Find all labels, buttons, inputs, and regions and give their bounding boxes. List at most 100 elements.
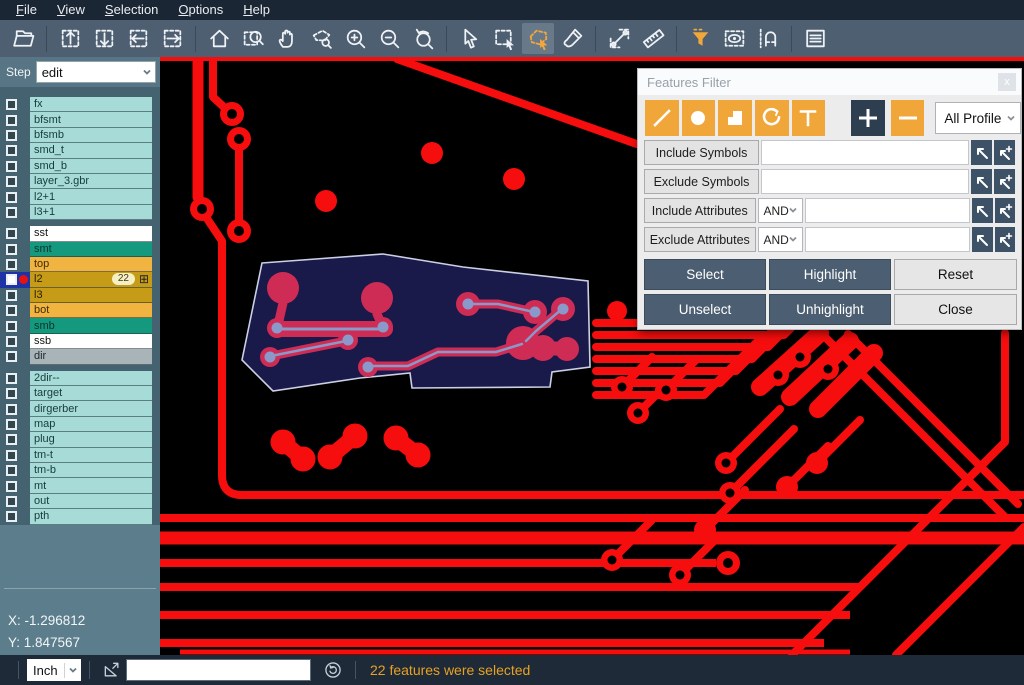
pan-right-icon[interactable] [156,23,188,54]
pcb-canvas[interactable]: Features Filter x All Profile Include Sy… [160,57,1024,655]
layer-checkbox[interactable] [6,207,17,218]
feature-type-line-icon[interactable] [645,100,679,136]
pick-arrow-icon[interactable] [972,198,992,223]
layer-item-fx[interactable]: fx [30,97,152,112]
layer-checkbox[interactable] [6,388,17,399]
sync-icon[interactable] [323,660,343,680]
pick-arrow-add-icon[interactable] [995,227,1015,252]
pan-down-icon[interactable] [88,23,120,54]
layer-item-smb[interactable]: smb [30,318,152,333]
select-button[interactable]: Select [644,259,766,290]
layer-checkbox[interactable] [6,244,17,255]
zoom-in-icon[interactable] [339,23,371,54]
layer-item-smt[interactable]: smt [30,242,152,257]
command-input[interactable] [126,659,311,681]
pick-arrow-icon[interactable] [971,169,992,194]
pan-up-icon[interactable] [54,23,86,54]
grid-icon[interactable]: ⊞ [139,273,149,285]
pick-arrow-icon[interactable] [971,140,992,165]
layer-item-2dir--[interactable]: 2dir-- [30,371,152,386]
layer-item-sst[interactable]: sst [30,226,152,241]
include-symbols-input[interactable] [761,140,969,165]
layer-checkbox[interactable] [6,130,17,141]
layer-checkbox[interactable] [6,404,17,415]
include-attributes-operator-select[interactable]: AND [758,198,804,223]
layer-checkbox[interactable] [6,99,17,110]
layer-item-dirgerber[interactable]: dirgerber [30,401,152,416]
unhighlight-button[interactable]: Unhighlight [769,294,891,325]
menu-help[interactable]: Help [233,0,280,20]
layer-checkbox[interactable] [6,228,17,239]
pan-hand-icon[interactable] [271,23,303,54]
feature-type-text-icon[interactable] [792,100,826,136]
unit-select[interactable]: Inch [27,659,81,681]
layer-checkbox[interactable] [6,274,17,285]
layer-checkbox[interactable] [6,176,17,187]
remove-mode-icon[interactable] [891,100,925,136]
paint-brush-icon[interactable] [556,23,588,54]
highlight-button[interactable]: Highlight [769,259,891,290]
features-filter-icon[interactable] [684,23,716,54]
pick-arrow-add-icon[interactable] [995,198,1015,223]
close-icon[interactable]: x [998,73,1016,91]
menu-file[interactable]: File [6,0,47,20]
layer-item-pth[interactable]: pth [30,509,152,524]
snap-icon[interactable] [752,23,784,54]
layer-checkbox[interactable] [6,419,17,430]
angle-measure-icon[interactable] [102,660,122,680]
close-button[interactable]: Close [894,294,1017,325]
layer-item-out[interactable]: out [30,494,152,509]
layer-checkbox[interactable] [6,511,17,522]
layer-checkbox[interactable] [6,496,17,507]
select-polygon-icon[interactable] [522,23,554,54]
feature-type-arc-icon[interactable] [755,100,789,136]
layer-checkbox[interactable] [6,336,17,347]
layer-checkbox[interactable] [6,192,17,203]
add-mode-icon[interactable] [851,100,885,136]
zoom-out-icon[interactable] [373,23,405,54]
layer-checkbox[interactable] [6,450,17,461]
zoom-polygon-icon[interactable] [305,23,337,54]
feature-type-pad-icon[interactable] [682,100,716,136]
pan-left-icon[interactable] [122,23,154,54]
open-file-icon[interactable] [7,23,39,54]
step-select[interactable]: edit [36,61,156,83]
menu-selection[interactable]: Selection [95,0,168,20]
home-view-icon[interactable] [203,23,235,54]
menu-view[interactable]: View [47,0,95,20]
measure-distance-icon[interactable] [603,23,635,54]
layer-checkbox[interactable] [6,321,17,332]
layer-item-bfsmt[interactable]: bfsmt [30,112,152,127]
layer-checkbox[interactable] [6,290,17,301]
select-rectangle-icon[interactable] [488,23,520,54]
exclude-attributes-operator-select[interactable]: AND [758,227,804,252]
layer-item-smd_t[interactable]: smd_t [30,143,152,158]
layer-item-plug[interactable]: plug [30,432,152,447]
unselect-button[interactable]: Unselect [644,294,766,325]
ruler-icon[interactable] [637,23,669,54]
layer-checkbox[interactable] [6,351,17,362]
layer-checkbox[interactable] [6,145,17,156]
layer-item-ssb[interactable]: ssb [30,334,152,349]
exclude-symbols-button[interactable]: Exclude Symbols [644,169,759,194]
menu-options[interactable]: Options [168,0,233,20]
layer-item-map[interactable]: map [30,417,152,432]
layer-item-target[interactable]: target [30,386,152,401]
layer-checkbox[interactable] [6,115,17,126]
layer-item-bot[interactable]: bot [30,303,152,318]
layer-checkbox[interactable] [6,373,17,384]
layer-item-layer_3.gbr[interactable]: layer_3.gbr [30,174,152,189]
profile-select[interactable]: All Profile [935,102,1021,134]
zoom-area-icon[interactable] [237,23,269,54]
include-symbols-button[interactable]: Include Symbols [644,140,759,165]
zoom-previous-icon[interactable] [407,23,439,54]
include-attributes-input[interactable] [805,198,970,223]
layer-item-tm-t[interactable]: tm-t [30,448,152,463]
layer-checkbox[interactable] [6,434,17,445]
layer-item-l3[interactable]: l3 [30,288,152,303]
pick-arrow-add-icon[interactable] [994,140,1015,165]
layer-item-l2+1[interactable]: l2+1 [30,189,152,204]
layers-panel-icon[interactable] [799,23,831,54]
layer-checkbox[interactable] [6,161,17,172]
exclude-attributes-input[interactable] [805,227,970,252]
